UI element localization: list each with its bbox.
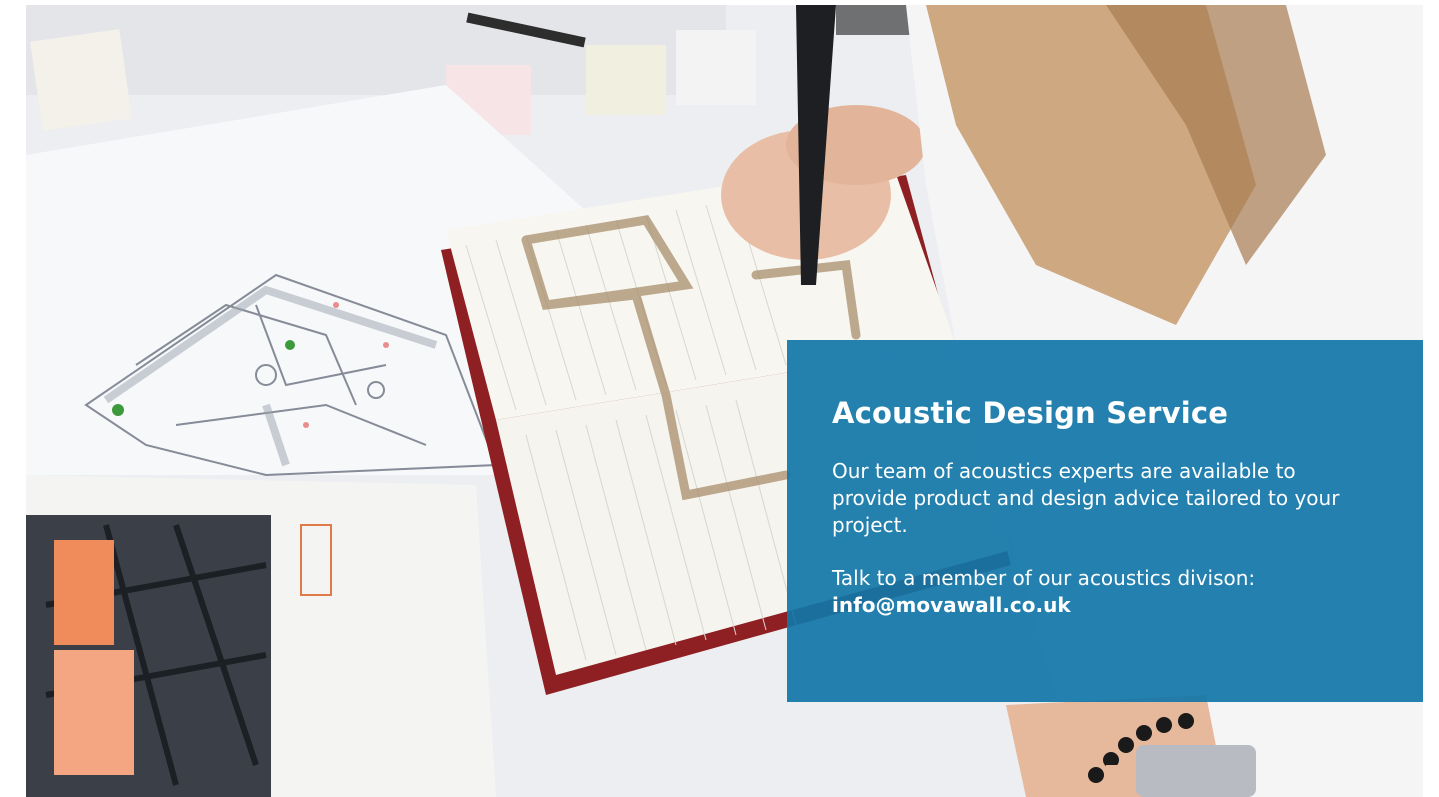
card-description: Our team of acoustics experts are availa… [832, 459, 1340, 537]
card-contact: Talk to a member of our acoustics diviso… [832, 565, 1383, 619]
acoustic-design-card: Acoustic Design Service Our team of acou… [787, 340, 1423, 702]
hero-section: Acoustic Design Service Our team of acou… [0, 0, 1439, 797]
card-title: Acoustic Design Service [832, 396, 1229, 430]
email-link[interactable]: info@movawall.co.uk [832, 592, 1383, 619]
contact-prompt: Talk to a member of our acoustics diviso… [832, 566, 1256, 590]
